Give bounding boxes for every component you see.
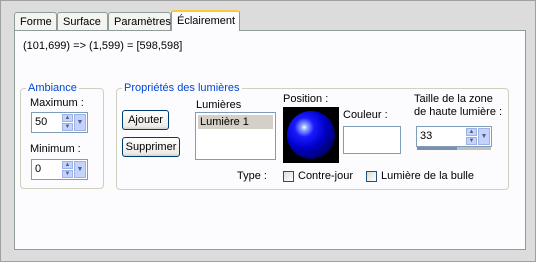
tab-eclairement[interactable]: Éclairement (171, 10, 240, 31)
tab-forme[interactable]: Forme (14, 12, 57, 30)
minimum-label: Minimum : (30, 143, 81, 155)
chevron-down-icon[interactable]: ▼ (74, 161, 86, 178)
minimum-value: 0 (35, 163, 42, 175)
color-label: Couleur : (343, 109, 388, 121)
backlight-checkbox[interactable] (283, 171, 294, 182)
chevron-down-icon[interactable]: ▼ (74, 114, 86, 131)
highlight-size-value: 33 (420, 130, 433, 142)
backlight-label: Contre-jour (298, 170, 354, 182)
highlight-size-label-1: Taille de la zone (414, 93, 493, 105)
arrow-down-icon[interactable]: ▼ (62, 123, 73, 131)
sphere-preview-icon (287, 111, 335, 159)
color-swatch[interactable] (343, 126, 401, 154)
arrow-up-icon[interactable]: ▲ (62, 114, 73, 122)
tab-surface[interactable]: Surface (57, 12, 108, 30)
transform-readout: (101,699) => (1,599) = [598,598] (23, 40, 183, 52)
light-position-preview[interactable] (283, 107, 339, 163)
minimum-spinner[interactable]: 0 ▲ ▼ ▼ (31, 159, 88, 180)
highlight-size-label-2: de haute lumière : (414, 106, 503, 118)
light-properties-legend: Propriétés des lumières (124, 82, 240, 94)
bubble-light-label: Lumière de la bulle (381, 170, 474, 182)
arrow-up-icon[interactable]: ▲ (62, 161, 73, 169)
tab-parametres[interactable]: Paramètres (108, 12, 171, 30)
ambiance-legend: Ambiance (28, 82, 77, 94)
position-label: Position : (283, 93, 329, 105)
maximum-spinner[interactable]: 50 ▲ ▼ ▼ (31, 112, 88, 133)
lights-list-label: Lumières (196, 99, 242, 111)
tab-panel-eclairement: (101,699) => (1,599) = [598,598] Ambianc… (14, 30, 526, 250)
arrow-down-icon[interactable]: ▼ (466, 137, 477, 145)
highlight-size-track[interactable] (417, 147, 491, 150)
chevron-down-icon[interactable]: ▼ (478, 128, 490, 145)
highlight-size-spinner[interactable]: 33 ▲ ▼ ▼ (416, 126, 492, 147)
bubble-light-checkbox[interactable] (366, 171, 377, 182)
add-light-button[interactable]: Ajouter (122, 110, 169, 130)
maximum-label: Maximum : (30, 97, 84, 109)
type-label: Type : (237, 170, 267, 182)
arrow-up-icon[interactable]: ▲ (466, 128, 477, 136)
highlight-size-thumb[interactable] (417, 147, 457, 150)
lights-listbox[interactable]: Lumière 1 (195, 112, 276, 160)
delete-light-button[interactable]: Supprimer (122, 137, 180, 157)
maximum-value: 50 (35, 116, 48, 128)
list-item[interactable]: Lumière 1 (198, 115, 273, 129)
arrow-down-icon[interactable]: ▼ (62, 170, 73, 178)
